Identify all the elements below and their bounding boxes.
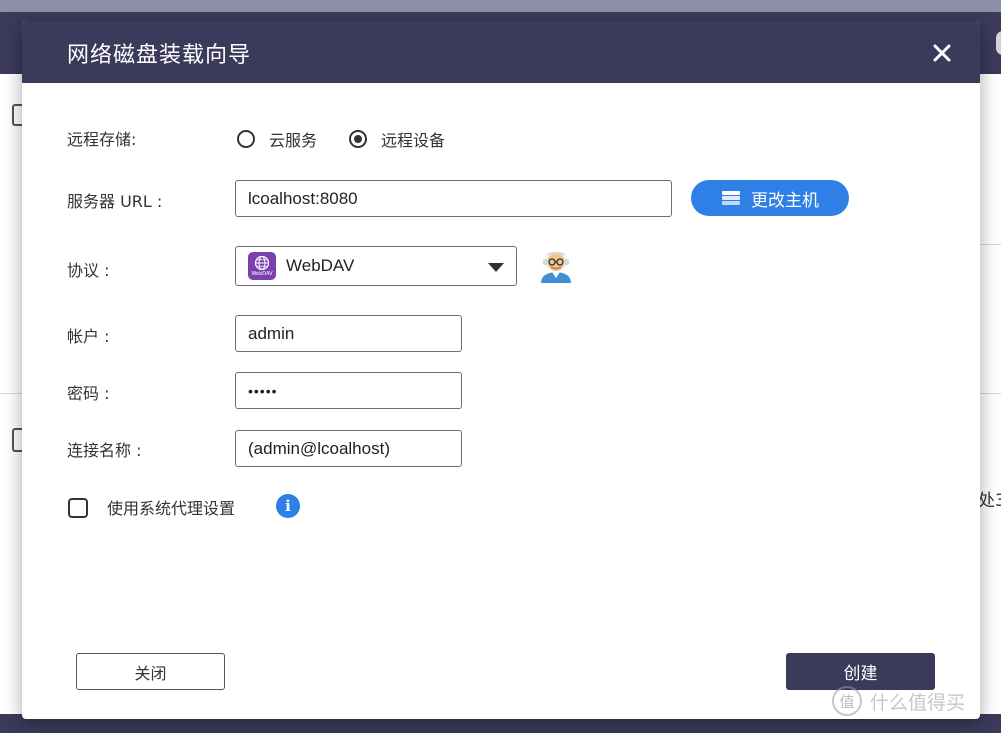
watermark-logo-icon: 值 [832,686,862,716]
dialog-header: 网络磁盘装载向导 [22,21,980,83]
password-input[interactable]: ••••• [235,372,462,409]
use-proxy-label: 使用系统代理设置 [107,499,236,518]
webdav-icon-text: WebDAV [251,271,273,277]
remote-storage-label: 远程存储: [67,130,137,149]
webdav-icon: WebDAV [248,252,276,280]
protocol-selected-value: WebDAV [286,256,355,275]
connection-name-input[interactable]: (admin@lcoalhost) [235,430,462,467]
radio-remote-device[interactable]: 远程设备 [349,127,445,151]
radio-label: 远程设备 [381,131,446,150]
background-divider [980,393,1001,394]
watermark: 值 什么值得买 [832,686,965,716]
professor-avatar-icon[interactable] [537,246,575,284]
use-proxy-checkbox[interactable] [68,498,88,518]
connection-name-label: 连接名称 : [67,441,142,460]
protocol-label: 协议 : [67,261,110,280]
background-divider [980,244,1001,245]
background-top-strip [0,0,1001,12]
close-icon[interactable] [926,37,958,69]
background-avatar-icon [996,31,1001,55]
change-host-button[interactable]: 更改主机 [691,180,849,216]
radio-label: 云服务 [269,131,318,150]
password-label: 密码 : [67,384,110,403]
protocol-select[interactable]: WebDAV WebDAV [235,246,517,286]
account-input[interactable]: admin [235,315,462,352]
server-url-input[interactable]: lcoalhost:8080 [235,180,672,217]
watermark-text: 什么值得买 [870,691,966,714]
info-icon[interactable]: i [276,494,300,518]
account-label: 帐户 : [67,327,110,346]
change-host-label: 更改主机 [751,190,819,211]
server-url-label: 服务器 URL : [67,192,163,211]
create-button[interactable]: 创建 [786,653,935,690]
radio-button-selected[interactable] [349,130,367,148]
background-divider [0,393,22,394]
close-button[interactable]: 关闭 [76,653,225,690]
mount-wizard-dialog: 网络磁盘装载向导 远程存储: 云服务 远程设备 服务器 URL : lcoalh… [22,21,980,719]
server-icon [721,190,741,206]
dialog-title: 网络磁盘装载向导 [67,43,252,68]
chevron-down-icon [488,263,504,272]
background-text: 处3 [978,491,1001,511]
radio-button[interactable] [237,130,255,148]
radio-cloud-service[interactable]: 云服务 [237,127,317,151]
